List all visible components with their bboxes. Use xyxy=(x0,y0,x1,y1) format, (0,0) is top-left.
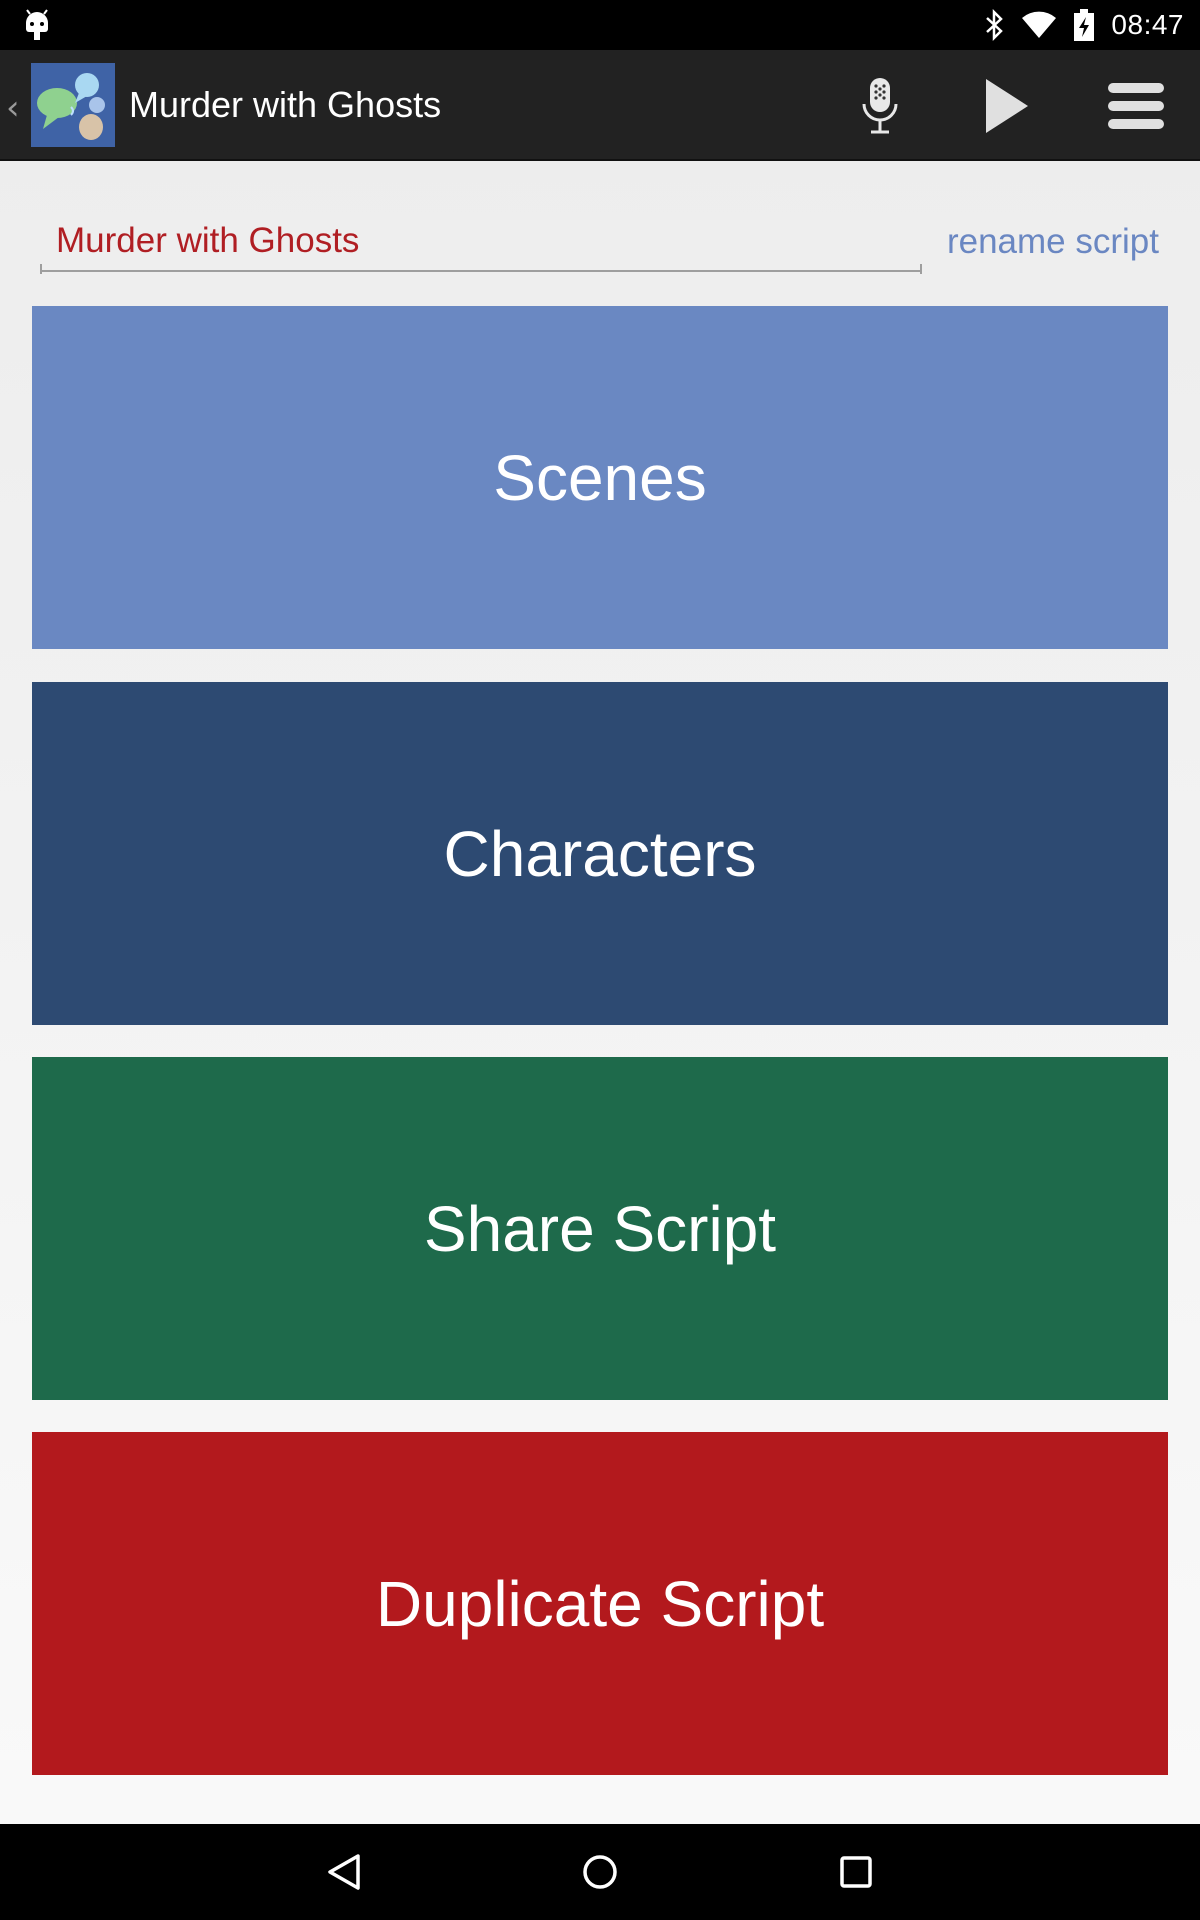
action-bar: ‹ Murder with Ghosts xyxy=(0,50,1200,161)
back-button[interactable] xyxy=(284,1824,404,1920)
rename-script-link[interactable]: rename script xyxy=(947,212,1159,272)
script-name-row: rename script xyxy=(40,212,1170,274)
android-debug-icon xyxy=(26,9,48,40)
characters-button[interactable]: Characters xyxy=(32,682,1168,1025)
home-circle-icon xyxy=(583,1855,617,1889)
microphone-icon xyxy=(862,77,898,133)
status-time: 08:47 xyxy=(1111,9,1184,40)
screen: 08:47 ‹ Murder with Ghosts Murder with G… xyxy=(0,0,1200,1920)
back-triangle-icon xyxy=(328,1854,360,1890)
home-button[interactable] xyxy=(540,1824,660,1920)
play-icon xyxy=(986,78,1028,133)
wifi-icon xyxy=(1022,11,1057,38)
navigation-bar xyxy=(0,1824,1200,1920)
battery-charging-icon xyxy=(1074,9,1095,41)
menu-icon xyxy=(1108,82,1164,129)
bluetooth-icon xyxy=(986,9,1004,41)
scenes-button[interactable]: Scenes xyxy=(32,306,1168,649)
overflow-menu-button[interactable] xyxy=(1081,50,1191,161)
status-bar: 08:47 xyxy=(0,0,1200,50)
duplicate-script-button[interactable]: Duplicate Script xyxy=(32,1432,1168,1775)
recents-button[interactable] xyxy=(796,1824,916,1920)
input-underline-right-tick xyxy=(920,264,922,274)
recents-square-icon xyxy=(840,1856,872,1888)
status-icons: 08:47 xyxy=(983,0,1184,50)
play-button[interactable] xyxy=(952,50,1062,161)
chevron-left-icon[interactable]: ‹ xyxy=(6,88,20,128)
script-name-field[interactable] xyxy=(40,212,922,272)
share-script-button[interactable]: Share Script xyxy=(32,1057,1168,1400)
record-button[interactable] xyxy=(825,50,935,161)
input-underline-left-tick xyxy=(40,264,42,274)
page-title: Murder with Ghosts xyxy=(129,84,442,125)
speech-bubbles-app-icon[interactable] xyxy=(31,63,115,147)
